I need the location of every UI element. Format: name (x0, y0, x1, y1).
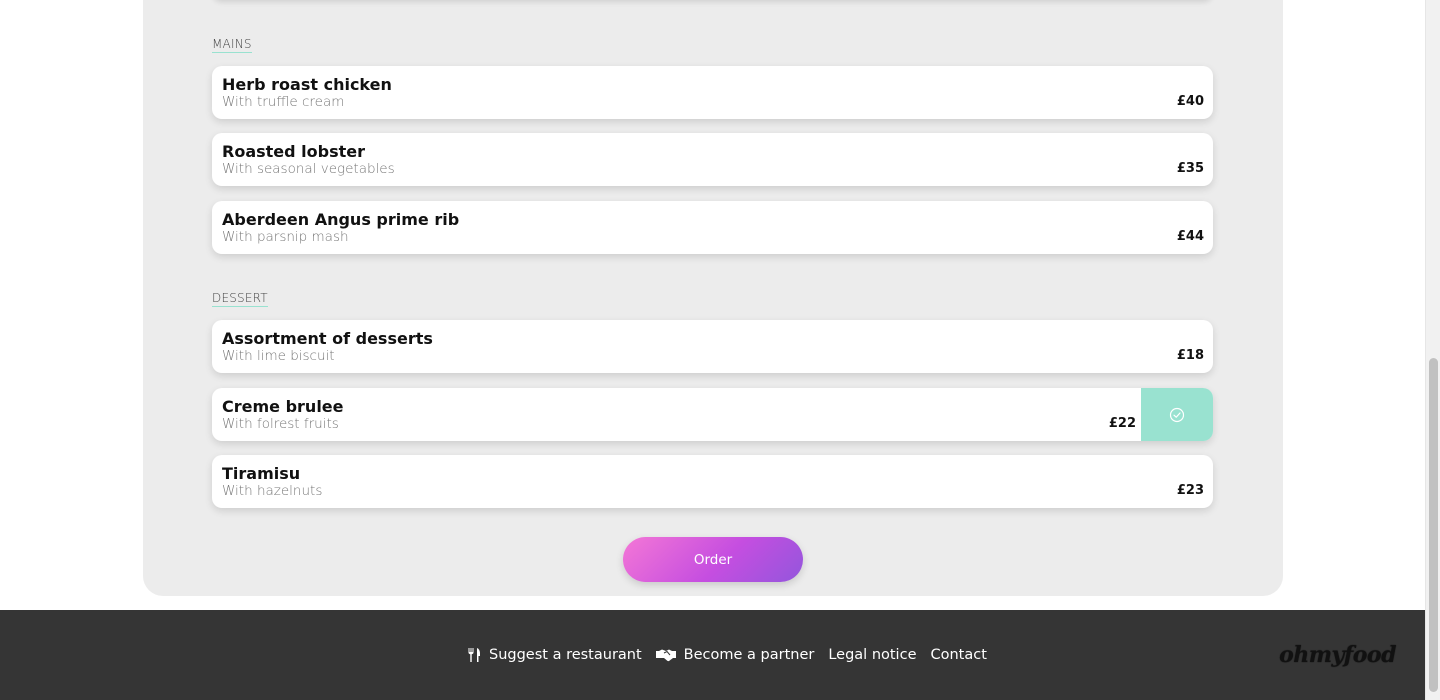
dish-price: £40 (1176, 94, 1204, 109)
dish-card[interactable]: Assortment of desserts With lime biscuit… (212, 320, 1213, 373)
footer-link-legal-notice[interactable]: Legal notice (828, 647, 916, 663)
order-button[interactable]: Order (623, 537, 803, 582)
dish-description: With seasonal vegetables (222, 161, 395, 177)
dish-name: Aberdeen Angus prime rib (222, 210, 460, 229)
dish-card-selected[interactable]: Creme brulee With folrest fruits £22 (212, 388, 1213, 441)
footer: Suggest a restaurant Become a partner Le… (0, 610, 1425, 700)
footer-link-label: Legal notice (828, 647, 917, 663)
footer-link-label: Contact (930, 647, 987, 663)
utensils-icon (468, 648, 480, 662)
check-circle-icon (1169, 407, 1185, 422)
footer-link-become-partner[interactable]: Become a partner (655, 647, 815, 663)
handshake-icon (655, 649, 676, 662)
scrollbar-thumb[interactable] (1429, 358, 1438, 692)
dish-card[interactable]: Tiramisu With hazelnuts £23 (212, 455, 1213, 508)
dish-card[interactable]: Herb roast chicken With truffle cream £4… (212, 66, 1213, 119)
dish-name: Creme brulee (222, 397, 344, 416)
page-scrollbar[interactable] (1425, 0, 1440, 700)
footer-link-label: Suggest a restaurant (489, 647, 642, 663)
dish-price: £35 (1176, 161, 1204, 176)
dish-description: With parsnip mash (222, 229, 349, 245)
footer-link-label: Become a partner (683, 647, 815, 663)
dish-name: Herb roast chicken (222, 75, 392, 94)
footer-link-contact[interactable]: Contact (930, 647, 986, 663)
dish-name: Assortment of desserts (222, 329, 433, 348)
dish-name: Roasted lobster (222, 142, 365, 161)
dish-description: With lime biscuit (222, 348, 335, 364)
footer-links: Suggest a restaurant Become a partner Le… (467, 647, 1001, 663)
dish-description: With hazelnuts (222, 483, 323, 499)
dish-price: £23 (1176, 483, 1204, 498)
dish-price: £18 (1176, 348, 1204, 363)
dish-price: £22 (1108, 416, 1136, 431)
dish-description: With truffle cream (222, 94, 345, 110)
selected-check-panel[interactable] (1141, 388, 1213, 441)
dish-card[interactable]: Roasted lobster With seasonal vegetables… (212, 133, 1213, 186)
section-title-mains: MAINS (212, 37, 252, 53)
section-title-dessert: DESSERT (212, 291, 268, 307)
dish-price: £44 (1176, 229, 1204, 244)
ohmyfood-logo[interactable]: ohmyfood (1279, 642, 1396, 668)
dish-description: With folrest fruits (222, 416, 339, 432)
page: MAINS Herb roast chicken With truffle cr… (0, 0, 1425, 700)
dish-name: Tiramisu (222, 464, 301, 483)
dish-card[interactable]: Aberdeen Angus prime rib With parsnip ma… (212, 201, 1213, 254)
footer-link-suggest-restaurant[interactable]: Suggest a restaurant (467, 647, 642, 663)
